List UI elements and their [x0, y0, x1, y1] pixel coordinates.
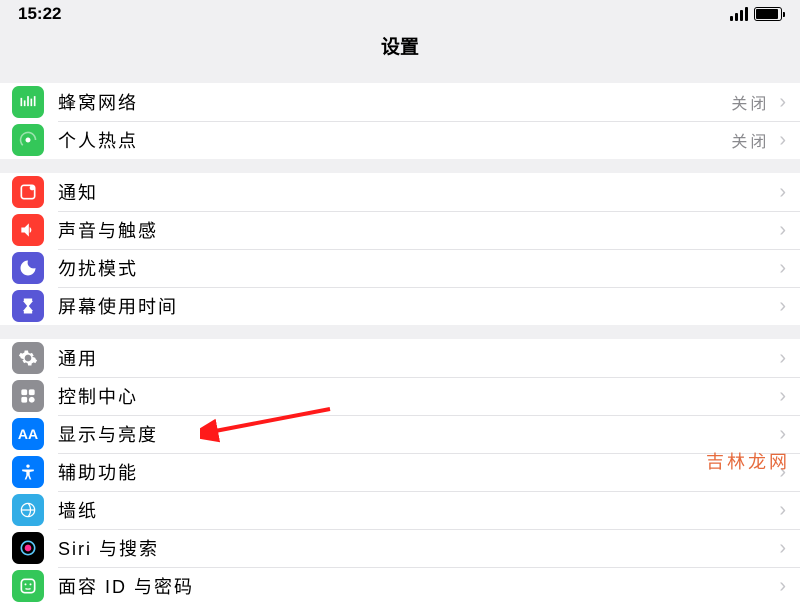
- row-display[interactable]: AA 显示与亮度 ›: [0, 415, 800, 453]
- chevron-right-icon: ›: [779, 91, 786, 114]
- row-dnd[interactable]: 勿扰模式 ›: [0, 249, 800, 287]
- accessibility-icon: [12, 456, 44, 488]
- row-screentime[interactable]: 屏幕使用时间 ›: [0, 287, 800, 325]
- notifications-icon: [12, 176, 44, 208]
- chevron-right-icon: ›: [779, 499, 786, 522]
- row-label: 墙纸: [58, 497, 779, 523]
- settings-group: 通知 › 声音与触感 › 勿扰模式 › 屏幕使用时间 ›: [0, 173, 800, 325]
- chevron-right-icon: ›: [779, 347, 786, 370]
- row-general[interactable]: 通用 ›: [0, 339, 800, 377]
- chevron-right-icon: ›: [779, 295, 786, 318]
- general-icon: [12, 342, 44, 374]
- hotspot-icon: [12, 124, 44, 156]
- page-title: 设置: [0, 28, 800, 69]
- chevron-right-icon: ›: [779, 575, 786, 598]
- row-label: 辅助功能: [58, 459, 779, 485]
- battery-icon: [754, 7, 782, 21]
- chevron-right-icon: ›: [779, 219, 786, 242]
- settings-group: 通用 › 控制中心 › AA 显示与亮度 › 辅助功能 › 墙纸 › Siri …: [0, 339, 800, 605]
- dnd-icon: [12, 252, 44, 284]
- chevron-right-icon: ›: [779, 423, 786, 446]
- row-label: 蜂窝网络: [58, 89, 731, 115]
- status-right: [730, 7, 782, 21]
- row-label: 勿扰模式: [58, 255, 779, 281]
- control-center-icon: [12, 380, 44, 412]
- row-faceid[interactable]: 面容 ID 与密码 ›: [0, 567, 800, 605]
- row-wallpaper[interactable]: 墙纸 ›: [0, 491, 800, 529]
- settings-group: 蜂窝网络 关闭 › 个人热点 关闭 ›: [0, 83, 800, 159]
- wallpaper-icon: [12, 494, 44, 526]
- row-accessibility[interactable]: 辅助功能 ›: [0, 453, 800, 491]
- row-value: 关闭: [731, 128, 769, 152]
- row-value: 关闭: [731, 90, 769, 114]
- chevron-right-icon: ›: [779, 129, 786, 152]
- row-siri[interactable]: Siri 与搜索 ›: [0, 529, 800, 567]
- row-notifications[interactable]: 通知 ›: [0, 173, 800, 211]
- row-cellular[interactable]: 蜂窝网络 关闭 ›: [0, 83, 800, 121]
- row-label: 通用: [58, 345, 779, 371]
- row-label: 通知: [58, 179, 779, 205]
- signal-icon: [730, 7, 748, 21]
- row-label: 声音与触感: [58, 217, 779, 243]
- row-label: 面容 ID 与密码: [58, 573, 779, 599]
- row-label: 个人热点: [58, 127, 731, 153]
- chevron-right-icon: ›: [779, 181, 786, 204]
- screentime-icon: [12, 290, 44, 322]
- row-label: 显示与亮度: [58, 421, 779, 447]
- status-bar: 15:22: [0, 0, 800, 28]
- row-sounds[interactable]: 声音与触感 ›: [0, 211, 800, 249]
- chevron-right-icon: ›: [779, 257, 786, 280]
- row-control-center[interactable]: 控制中心 ›: [0, 377, 800, 415]
- sounds-icon: [12, 214, 44, 246]
- chevron-right-icon: ›: [779, 385, 786, 408]
- chevron-right-icon: ›: [779, 537, 786, 560]
- status-time: 15:22: [18, 4, 61, 24]
- cellular-icon: [12, 86, 44, 118]
- row-label: Siri 与搜索: [58, 535, 779, 561]
- row-label: 控制中心: [58, 383, 779, 409]
- faceid-icon: [12, 570, 44, 602]
- display-icon: AA: [12, 418, 44, 450]
- chevron-right-icon: ›: [779, 461, 786, 484]
- siri-icon: [12, 532, 44, 564]
- row-label: 屏幕使用时间: [58, 293, 779, 319]
- row-hotspot[interactable]: 个人热点 关闭 ›: [0, 121, 800, 159]
